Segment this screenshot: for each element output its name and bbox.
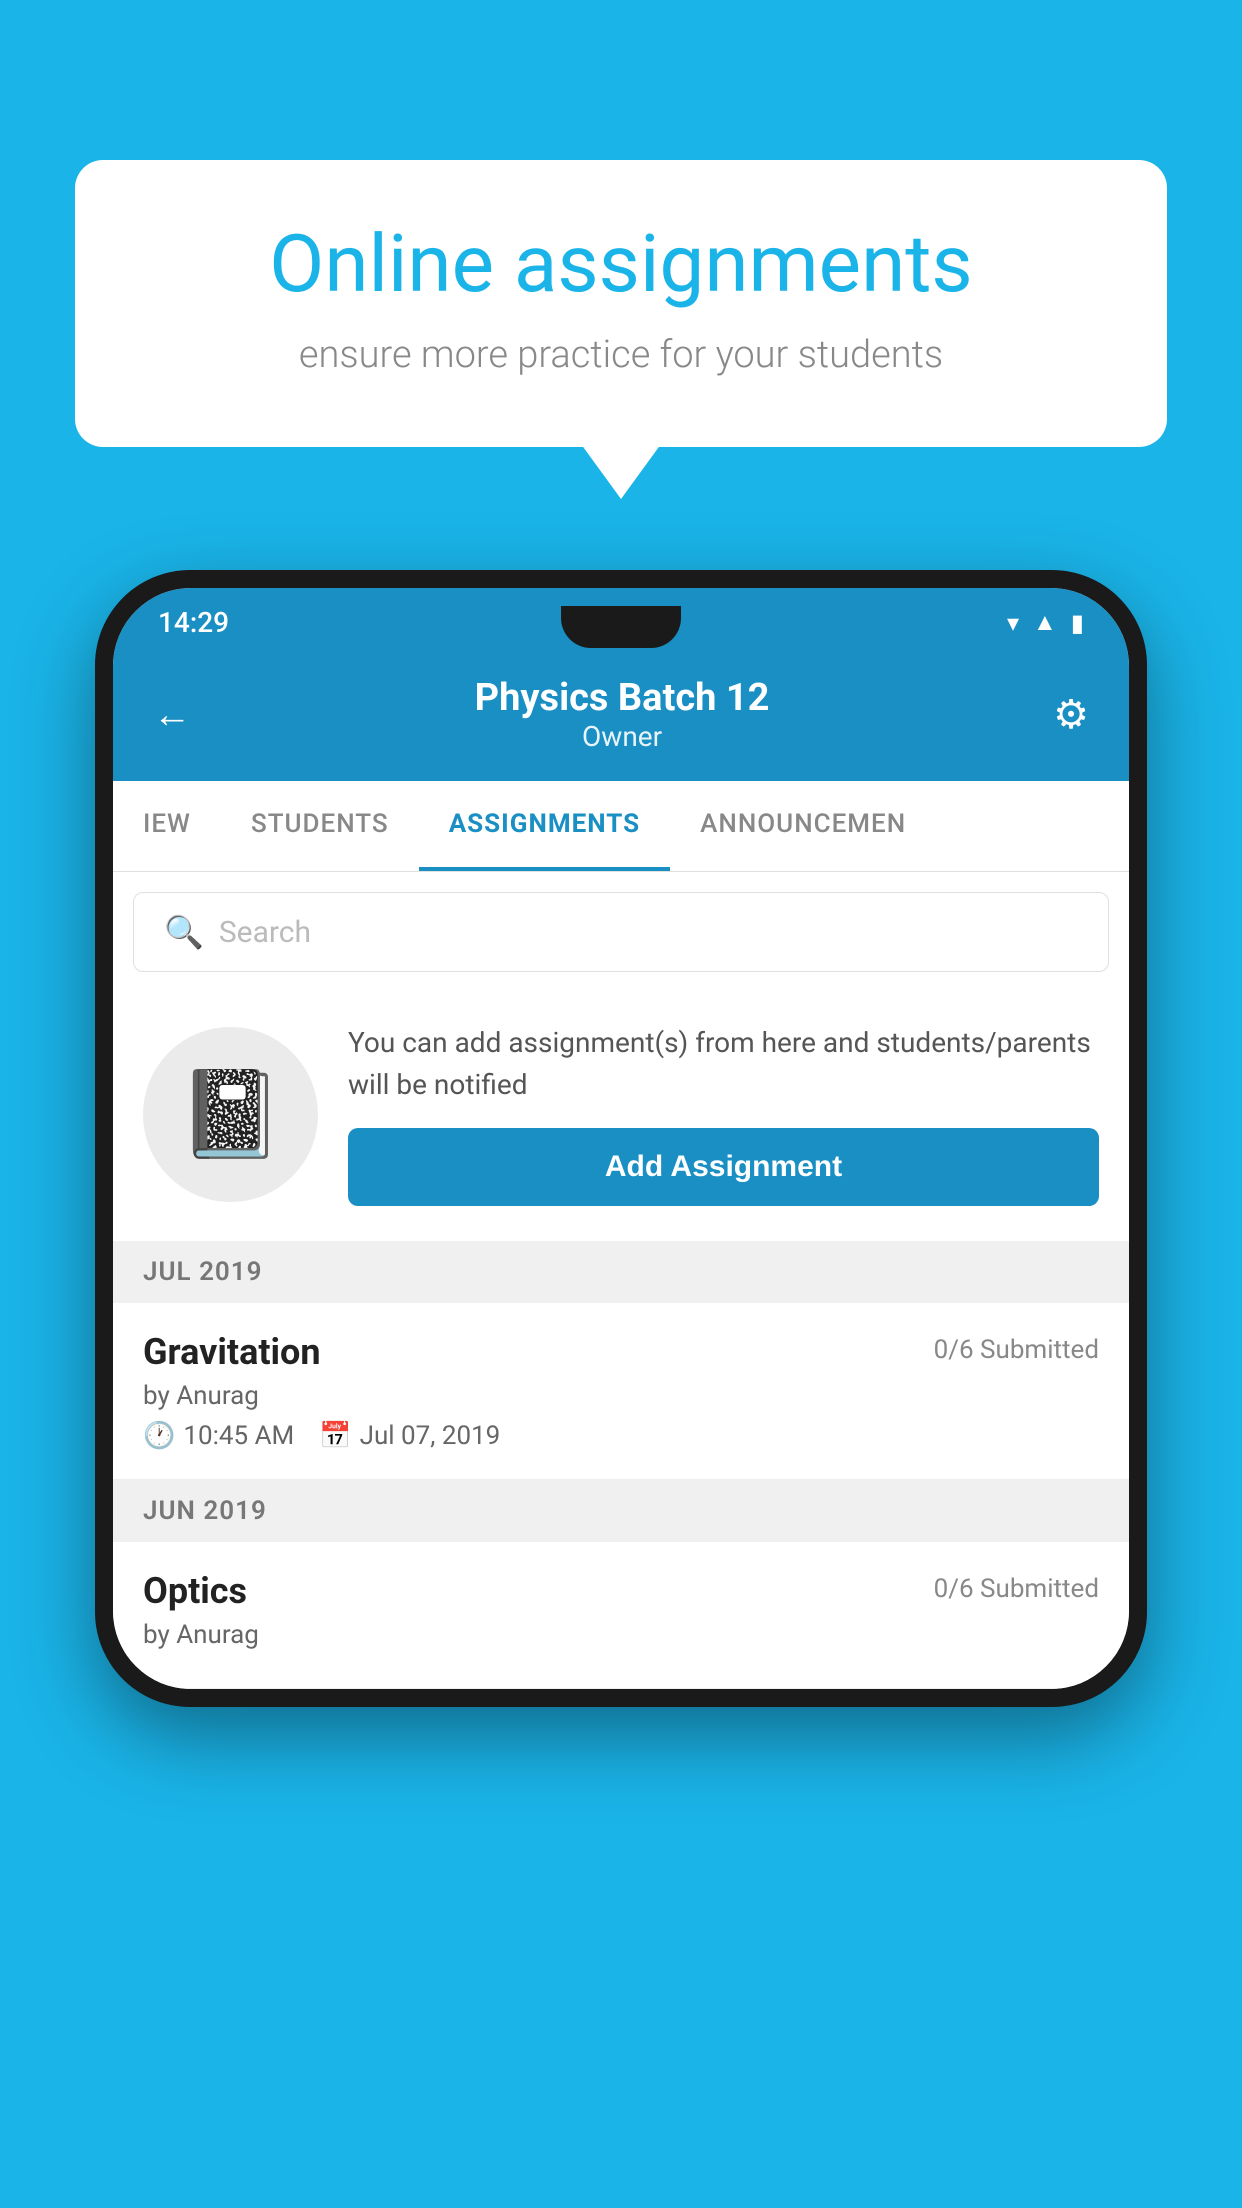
assignment-submitted: 0/6 Submitted (934, 1331, 1099, 1365)
battery-icon: ▮ (1071, 609, 1084, 637)
header-title: Physics Batch 12 (475, 676, 770, 720)
phone-mockup: 14:29 ▾ ▲ ▮ ← Physics Batch 12 Owner ⚙ (95, 570, 1147, 1707)
assignment-item-optics[interactable]: Optics 0/6 Submitted by Anurag (113, 1542, 1129, 1689)
speech-bubble: Online assignments ensure more practice … (75, 160, 1167, 447)
phone-screen: 14:29 ▾ ▲ ▮ ← Physics Batch 12 Owner ⚙ (113, 588, 1129, 1689)
back-button[interactable]: ← (153, 693, 191, 737)
signal-icon: ▲ (1033, 608, 1057, 637)
assignment-meta: 🕐 10:45 AM 📅 Jul 07, 2019 (143, 1421, 1099, 1451)
search-icon: 🔍 (164, 913, 204, 951)
tab-assignments[interactable]: ASSIGNMENTS (419, 781, 670, 871)
assignment-top: Gravitation 0/6 Submitted (143, 1331, 1099, 1373)
search-placeholder: Search (219, 915, 311, 950)
assignment-by-optics: by Anurag (143, 1620, 1099, 1650)
meta-date: 📅 Jul 07, 2019 (319, 1421, 500, 1451)
month-header-jul: JUL 2019 (113, 1241, 1129, 1303)
month-header-jun: JUN 2019 (113, 1480, 1129, 1542)
search-bar[interactable]: 🔍 Search (133, 892, 1109, 972)
assignment-item-gravitation[interactable]: Gravitation 0/6 Submitted by Anurag 🕐 10… (113, 1303, 1129, 1480)
assignment-by: by Anurag (143, 1381, 1099, 1411)
info-description: You can add assignment(s) from here and … (348, 1022, 1099, 1106)
status-time: 14:29 (158, 606, 229, 639)
speech-bubble-container: Online assignments ensure more practice … (75, 160, 1167, 447)
assignment-date: Jul 07, 2019 (360, 1421, 501, 1451)
info-card: 📓 You can add assignment(s) from here an… (113, 992, 1129, 1241)
tabs-bar: IEW STUDENTS ASSIGNMENTS ANNOUNCEMEN (113, 781, 1129, 872)
assignment-top-optics: Optics 0/6 Submitted (143, 1570, 1099, 1612)
info-right: You can add assignment(s) from here and … (348, 1022, 1099, 1206)
tab-announcements[interactable]: ANNOUNCEMEN (670, 781, 936, 871)
phone-notch (561, 606, 681, 648)
search-container: 🔍 Search (113, 872, 1129, 992)
notebook-icon-wrap: 📓 (143, 1027, 318, 1202)
tab-iew[interactable]: IEW (113, 781, 221, 871)
header-center: Physics Batch 12 Owner (475, 676, 770, 753)
status-icons: ▾ ▲ ▮ (1007, 608, 1084, 637)
add-assignment-button[interactable]: Add Assignment (348, 1128, 1099, 1206)
meta-time: 🕐 10:45 AM (143, 1421, 294, 1451)
header-subtitle: Owner (475, 720, 770, 753)
assignment-name: Gravitation (143, 1331, 321, 1373)
app-header: ← Physics Batch 12 Owner ⚙ (113, 651, 1129, 781)
settings-icon[interactable]: ⚙ (1053, 691, 1089, 738)
notebook-icon: 📓 (178, 1064, 284, 1164)
assignment-name-optics: Optics (143, 1570, 247, 1612)
bubble-subtitle: ensure more practice for your students (145, 333, 1097, 377)
assignment-submitted-optics: 0/6 Submitted (934, 1570, 1099, 1604)
bubble-title: Online assignments (145, 220, 1097, 308)
wifi-icon: ▾ (1007, 609, 1019, 637)
calendar-icon: 📅 (319, 1421, 351, 1451)
clock-icon: 🕐 (143, 1421, 175, 1451)
tab-students[interactable]: STUDENTS (221, 781, 419, 871)
phone-wrapper: 14:29 ▾ ▲ ▮ ← Physics Batch 12 Owner ⚙ (95, 570, 1147, 1707)
assignment-time: 10:45 AM (183, 1421, 294, 1451)
